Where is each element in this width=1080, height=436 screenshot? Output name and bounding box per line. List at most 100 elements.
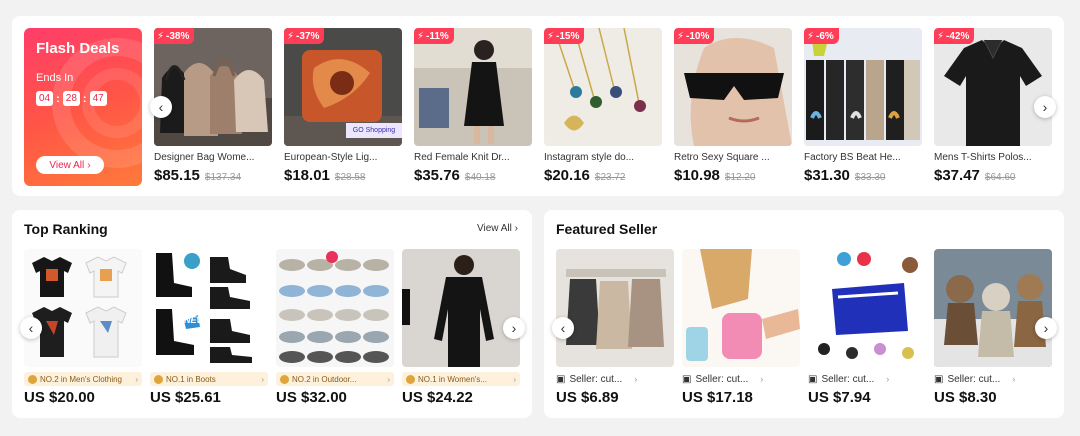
- seller-product-card[interactable]: ▣ Seller: cut... › US $7.94: [808, 249, 926, 406]
- chevron-right-icon: ›: [1043, 320, 1049, 336]
- product-price: US $25.61: [150, 389, 221, 406]
- lightning-icon: ⚡: [937, 30, 945, 42]
- flash-deal-card[interactable]: ⚡ -37% GO Shopping European-Style Lig... …: [284, 28, 402, 184]
- flash-deal-card[interactable]: ⚡ -10% Retro Sexy Square ... $10.98 $12.20: [674, 28, 792, 184]
- chevron-right-icon: ›: [1012, 374, 1016, 384]
- product-price: US $20.00: [24, 389, 95, 406]
- product-image-dog-outfits[interactable]: [808, 249, 926, 367]
- original-price: $12.20: [724, 172, 756, 183]
- rank-tag[interactable]: NO.1 in Women's... ›: [402, 372, 520, 386]
- rank-tag[interactable]: NO.2 in Men's Clothing ›: [24, 372, 142, 386]
- discount-text: -37%: [296, 30, 320, 42]
- discount-badge: ⚡ -10%: [674, 28, 715, 44]
- discount-text: -38%: [166, 30, 190, 42]
- rank-text: NO.1 in Women's...: [418, 374, 487, 384]
- seller-info[interactable]: ▣ Seller: cut... ›: [934, 372, 1052, 386]
- discount-badge: ⚡ -38%: [154, 28, 195, 44]
- countdown-timer: 04 : 28 : 47: [36, 91, 107, 106]
- product-image-handbags[interactable]: ⚡ -38%: [154, 28, 272, 146]
- product-image-black-top[interactable]: [402, 249, 520, 367]
- chevron-left-icon: ‹: [158, 99, 164, 115]
- seller-info[interactable]: ▣ Seller: cut... ›: [808, 372, 926, 386]
- flash-deal-card[interactable]: ⚡ -15% Instagram style do... $20.16 $23.72: [544, 28, 662, 184]
- go-shopping-overlay: GO Shopping: [346, 123, 402, 138]
- discount-text: -42%: [946, 30, 970, 42]
- rank-tag[interactable]: NO.2 in Outdoor... ›: [276, 372, 394, 386]
- rank-tag[interactable]: NO.1 in Boots ›: [150, 372, 268, 386]
- ranking-product-card[interactable]: NEW NO.1 in Boots › US $25.61: [150, 249, 268, 406]
- view-all-label: View All: [477, 223, 512, 234]
- product-image-pet-sweaters[interactable]: [556, 249, 674, 367]
- carousel-prev-button[interactable]: ‹: [20, 317, 42, 339]
- sale-price: $10.98: [674, 167, 720, 184]
- product-image-polo-shirt[interactable]: ⚡ -42%: [934, 28, 1052, 146]
- discount-text: -15%: [556, 30, 580, 42]
- product-image-sneakers[interactable]: [276, 249, 394, 367]
- top-ranking-section: Top Ranking View All › NO.2 in Men's Clo…: [12, 210, 532, 418]
- carousel-prev-button[interactable]: ‹: [552, 317, 574, 339]
- chevron-right-icon: ›: [387, 374, 390, 384]
- section-title: Top Ranking: [24, 221, 108, 237]
- product-image-necklaces[interactable]: ⚡ -15%: [544, 28, 662, 146]
- product-image-boots[interactable]: NEW: [150, 249, 268, 367]
- flash-deal-card[interactable]: ⚡ -11% Red Female Knit Dr... $35.76 $40.18: [414, 28, 532, 184]
- discount-badge: ⚡ -15%: [544, 28, 585, 44]
- seller-name: Seller: cut...: [821, 373, 875, 385]
- carousel-next-button[interactable]: ›: [1034, 96, 1056, 118]
- discount-text: -6%: [816, 30, 834, 42]
- flash-deal-card[interactable]: ⚡ -6% Factory BS Beat He... $31.30 $33.30: [804, 28, 922, 184]
- discount-text: -10%: [686, 30, 710, 42]
- seller-product-card[interactable]: ▣ Seller: cut... › US $17.18: [682, 249, 800, 406]
- product-image-plush-toys[interactable]: [934, 249, 1052, 367]
- product-image-knit-dress[interactable]: ⚡ -11%: [414, 28, 532, 146]
- product-price: US $8.30: [934, 389, 997, 406]
- chevron-right-icon: ›: [1042, 99, 1048, 115]
- medal-icon: [280, 374, 289, 384]
- ends-in-label: Ends In: [36, 72, 74, 84]
- original-price: $33.30: [854, 172, 886, 183]
- timer-minutes: 28: [62, 91, 80, 106]
- medal-icon: [406, 374, 415, 384]
- seller-info[interactable]: ▣ Seller: cut... ›: [682, 372, 800, 386]
- product-price: US $32.00: [276, 389, 347, 406]
- product-image-headphones-boxes[interactable]: ⚡ -6%: [804, 28, 922, 146]
- featured-seller-section: Featured Seller ▣ Seller: cut... › US $6.8…: [544, 210, 1064, 418]
- discount-badge: ⚡ -11%: [414, 28, 454, 44]
- carousel-prev-button[interactable]: ‹: [150, 96, 172, 118]
- product-name[interactable]: Instagram style do...: [544, 152, 662, 163]
- carousel-next-button[interactable]: ›: [503, 317, 525, 339]
- store-icon: ▣: [808, 373, 818, 385]
- product-name[interactable]: Factory BS Beat He...: [804, 152, 922, 163]
- flash-view-all-button[interactable]: View All ›: [36, 156, 104, 174]
- product-image-sunglasses[interactable]: ⚡ -10%: [674, 28, 792, 146]
- flash-deals-banner[interactable]: Flash Deals Ends In 04 : 28 : 47 View Al…: [24, 28, 142, 186]
- discount-badge: ⚡ -6%: [804, 28, 839, 44]
- original-price: $28.58: [334, 172, 366, 183]
- store-icon: ▣: [934, 373, 944, 385]
- product-image-tshirts[interactable]: [24, 249, 142, 367]
- seller-info[interactable]: ▣ Seller: cut... ›: [556, 372, 674, 386]
- store-icon: ▣: [556, 373, 566, 385]
- chevron-right-icon: ›: [513, 374, 516, 384]
- product-name[interactable]: Mens T-Shirts Polos...: [934, 152, 1052, 163]
- product-name[interactable]: Designer Bag Wome...: [154, 152, 272, 163]
- rank-text: NO.2 in Outdoor...: [292, 374, 357, 384]
- new-sticker: NEW: [184, 315, 205, 325]
- chevron-right-icon: ›: [511, 320, 517, 336]
- lightning-icon: ⚡: [157, 30, 165, 42]
- product-image-pillow[interactable]: ⚡ -37% GO Shopping: [284, 28, 402, 146]
- product-image-paw-cleaner[interactable]: [682, 249, 800, 367]
- ranking-view-all-link[interactable]: View All ›: [477, 223, 518, 234]
- sale-price: $37.47: [934, 167, 980, 184]
- product-name[interactable]: Red Female Knit Dr...: [414, 152, 532, 163]
- seller-name: Seller: cut...: [569, 373, 623, 385]
- product-name[interactable]: European-Style Lig...: [284, 152, 402, 163]
- section-title: Featured Seller: [556, 221, 658, 237]
- lightning-icon: ⚡: [547, 30, 555, 42]
- discount-text: -11%: [426, 30, 449, 42]
- ranking-product-card[interactable]: NO.2 in Outdoor... › US $32.00: [276, 249, 394, 406]
- product-name[interactable]: Retro Sexy Square ...: [674, 152, 792, 163]
- view-all-label: View All: [49, 159, 85, 171]
- chevron-right-icon: ›: [87, 159, 91, 171]
- carousel-next-button[interactable]: ›: [1035, 317, 1057, 339]
